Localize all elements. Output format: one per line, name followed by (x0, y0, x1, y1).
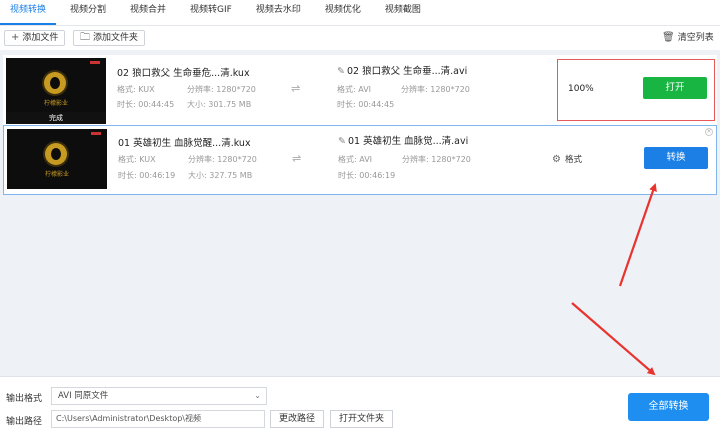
open-folder-button[interactable]: 打开文件夹 (330, 410, 394, 428)
format-settings-label: 格式 (564, 155, 582, 165)
add-folder-label: 添加文件夹 (93, 33, 139, 43)
close-icon[interactable]: × (705, 128, 713, 136)
thumbnail-logo-text: 柠檬影业 (43, 100, 68, 107)
target-resolution: 分辨率: 1280*720 (401, 85, 470, 94)
target-format: 格式: AVI (338, 155, 373, 164)
thumbnail-tag (91, 132, 101, 135)
tab-video-convert[interactable]: 视频转换 (0, 0, 57, 25)
list-item[interactable]: × 柠檬影业 01 英雄初生 血脉觉醒...清.kux 格式: KUX 分辨率:… (3, 125, 717, 195)
edit-icon[interactable]: ✎ (337, 66, 345, 77)
target-duration: 时长: 00:44:45 (337, 100, 395, 109)
plus-icon: + (11, 32, 20, 43)
source-size: 大小: 327.75 MB (188, 171, 253, 180)
add-folder-button[interactable]: 🗀 添加文件夹 (73, 30, 146, 46)
source-duration: 时长: 00:46:19 (118, 171, 176, 180)
target-format: 格式: AVI (337, 85, 372, 94)
change-path-button[interactable]: 更改路径 (270, 410, 325, 428)
tab-video-optimize[interactable]: 视频优化 (315, 0, 371, 25)
source-file-name: 02 狼口救父 生命垂危...清.kux (117, 68, 250, 79)
source-size: 大小: 301.75 MB (187, 100, 252, 109)
source-resolution: 分辨率: 1280*720 (187, 85, 256, 94)
output-path-field[interactable]: C:\Users\Administrator\Desktop\视频 (51, 410, 265, 428)
edit-icon[interactable]: ✎ (338, 136, 346, 147)
gear-icon: ⚙ (552, 153, 561, 165)
tab-remove-watermark[interactable]: 视频去水印 (246, 0, 311, 25)
studio-logo-icon (45, 143, 67, 165)
output-settings-bar: 输出格式 AVI 同原文件 ⌄ 输出路径 C:\Users\Administra… (0, 376, 720, 434)
convert-arrow-icon: ⇌ (292, 152, 302, 165)
add-file-button[interactable]: + 添加文件 (4, 30, 66, 46)
thumbnail-logo-text: 柠檬影业 (44, 171, 69, 178)
progress-percent: 100% (568, 84, 594, 94)
output-format-value: AVI 同原文件 (58, 391, 109, 401)
output-path-label: 输出路径 (6, 417, 43, 427)
output-format-label: 输出格式 (6, 394, 43, 404)
file-list: 柠檬影业 完成 02 狼口救父 生命垂危...清.kux 格式: KUX 分辨率… (0, 50, 720, 376)
convert-all-button[interactable]: 全部转换 (628, 393, 709, 421)
trash-icon: 🗑 (662, 32, 675, 43)
target-duration: 时长: 00:46:19 (338, 171, 396, 180)
target-file-name[interactable]: ✎ 02 狼口救父 生命垂...清.avi (337, 63, 467, 77)
tab-video-screenshot[interactable]: 视频截图 (375, 0, 431, 25)
video-thumbnail: 柠檬影业 完成 (6, 58, 106, 124)
convert-button[interactable]: 转换 (644, 147, 708, 169)
open-button[interactable]: 打开 (643, 77, 707, 99)
target-resolution: 分辨率: 1280*720 (402, 155, 471, 164)
toolbar: + 添加文件 🗀 添加文件夹 🗑 清空列表 (0, 26, 720, 50)
add-file-label: 添加文件 (22, 33, 59, 43)
clear-list-button[interactable]: 🗑 清空列表 (656, 30, 720, 46)
format-settings-button[interactable]: ⚙ 格式 (552, 153, 582, 166)
target-file-name[interactable]: ✎ 01 英雄初生 血脉觉...清.avi (338, 133, 468, 147)
source-file-name: 01 英雄初生 血脉觉醒...清.kux (118, 138, 251, 149)
source-format: 格式: KUX (118, 155, 156, 164)
output-format-select[interactable]: AVI 同原文件 ⌄ (51, 387, 267, 405)
folder-icon: 🗀 (80, 32, 90, 43)
convert-arrow-icon: ⇌ (291, 82, 301, 95)
tab-video-merge[interactable]: 视频合并 (120, 0, 176, 25)
chevron-down-icon: ⌄ (254, 391, 261, 400)
tab-video-split[interactable]: 视频分割 (60, 0, 116, 25)
list-item[interactable]: 柠檬影业 完成 02 狼口救父 生命垂危...清.kux 格式: KUX 分辨率… (3, 55, 717, 125)
video-thumbnail: 柠檬影业 (7, 129, 107, 189)
tab-video-to-gif[interactable]: 视频转GIF (180, 0, 242, 25)
clear-list-label: 清空列表 (677, 33, 714, 43)
source-format: 格式: KUX (117, 85, 155, 94)
source-resolution: 分辨率: 1280*720 (188, 155, 257, 164)
tab-bar: 视频转换 视频分割 视频合并 视频转GIF 视频去水印 视频优化 视频截图 (0, 0, 720, 26)
status-badge: 完成 (6, 112, 106, 124)
studio-logo-icon (44, 72, 66, 94)
source-duration: 时长: 00:44:45 (117, 100, 175, 109)
thumbnail-tag (90, 61, 100, 64)
